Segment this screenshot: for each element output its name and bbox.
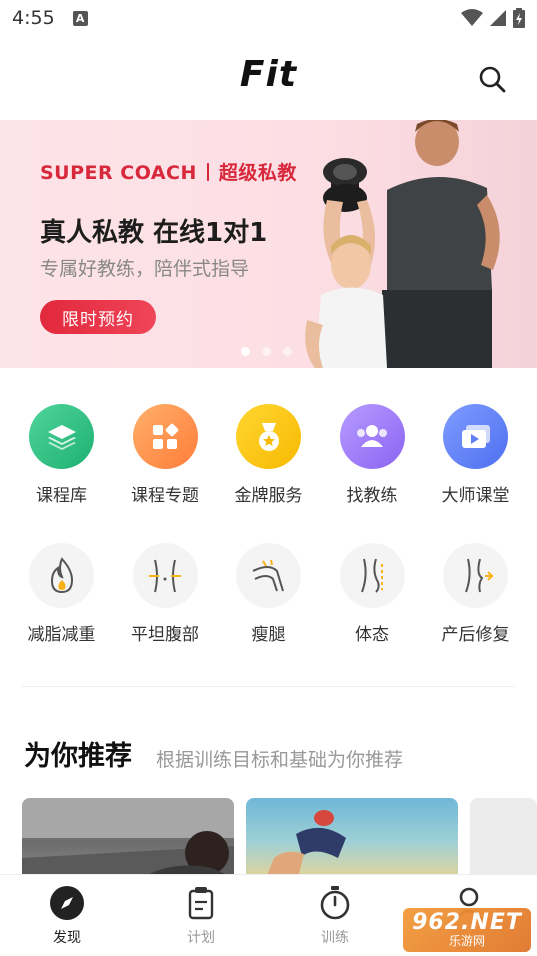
recommend-card[interactable] (470, 798, 537, 878)
grid-icon (153, 423, 179, 449)
goal-flat-abs[interactable]: 平坦腹部 (114, 543, 217, 645)
course-library-circle (29, 404, 94, 469)
leg-icon (252, 559, 284, 591)
nav-label: 计划 (187, 930, 215, 946)
signal-icon (490, 10, 506, 26)
flame-icon (50, 556, 73, 593)
banner-subtitle: 专属好教练，陪伴式指导 (40, 258, 250, 280)
battery-icon (513, 8, 525, 28)
notification-icon: A (72, 10, 88, 26)
nav-discover[interactable]: 发现 (0, 875, 134, 956)
goal-grid: 减脂减重 平坦腹部 瘦腿 体态 产后修复 (10, 543, 527, 645)
compass-icon (50, 886, 84, 920)
recommend-card[interactable] (22, 798, 234, 878)
pagination-dot[interactable] (283, 347, 292, 356)
goal-fat-loss[interactable]: 减脂减重 (10, 543, 113, 645)
gold-service-circle (236, 404, 301, 469)
flat-abs-circle (132, 543, 198, 608)
watermark-line2: 乐游网 (448, 934, 485, 948)
goal-label: 产后修复 (441, 625, 510, 645)
stopwatch-icon (320, 886, 350, 920)
master-class-circle (443, 404, 508, 469)
banner-title: 真人私教 在线1对1 (40, 218, 268, 248)
find-coach-circle (339, 404, 405, 469)
medal-icon (258, 422, 279, 451)
banner-brand-en: SUPER COACH (40, 162, 197, 184)
app-logo: Fit (239, 54, 298, 95)
banner-brand: SUPER COACH 超级私教 (40, 158, 297, 185)
app-header: Fit (0, 36, 537, 120)
status-bar: 4:55 A (0, 0, 537, 36)
wifi-icon (461, 9, 483, 26)
slim-legs-circle (236, 543, 301, 608)
nav-label: 发现 (53, 930, 81, 946)
coach-icon (357, 424, 387, 447)
goal-label: 减脂减重 (27, 625, 96, 645)
status-icons (461, 8, 525, 28)
recommend-card[interactable] (246, 798, 458, 878)
card-thumbnail (266, 810, 346, 878)
goal-label: 体态 (355, 625, 389, 645)
postpartum-icon (464, 558, 493, 592)
course-topics-circle (132, 404, 198, 469)
goal-posture[interactable]: 体态 (321, 543, 424, 645)
goal-postpartum[interactable]: 产后修复 (424, 543, 527, 645)
posture-circle (339, 543, 405, 608)
goal-label: 瘦腿 (251, 625, 286, 645)
postpartum-circle (443, 543, 508, 608)
category-find-coach[interactable]: 找教练 (321, 404, 424, 506)
category-label: 课程专题 (131, 486, 199, 506)
nav-plan[interactable]: 计划 (134, 875, 268, 956)
category-grid: 课程库 课程专题 金牌服务 找教练 大师课堂 (10, 404, 527, 506)
section-divider (22, 686, 515, 687)
clipboard-icon (188, 887, 214, 920)
category-label: 金牌服务 (234, 486, 303, 506)
banner-pagination (241, 347, 292, 356)
site-watermark: 962.NET 乐游网 (403, 908, 531, 952)
category-course-library[interactable]: 课程库 (10, 404, 113, 506)
layers-icon (47, 424, 76, 450)
category-label: 找教练 (346, 486, 398, 506)
brand-separator (206, 163, 209, 181)
recommend-title: 为你推荐 (24, 741, 132, 772)
banner-book-button[interactable]: 限时预约 (40, 300, 156, 334)
pagination-dot[interactable] (241, 347, 250, 356)
recommend-subtitle: 根据训练目标和基础为你推荐 (156, 749, 404, 771)
category-label: 大师课堂 (441, 486, 510, 506)
category-label: 课程库 (36, 486, 87, 506)
abdomen-icon (149, 559, 181, 592)
category-gold-service[interactable]: 金牌服务 (217, 404, 320, 506)
card-thumbnail (22, 798, 234, 878)
posture-icon (361, 558, 383, 593)
category-master-class[interactable]: 大师课堂 (424, 404, 527, 506)
video-icon (461, 424, 490, 448)
nav-training[interactable]: 训练 (268, 875, 402, 956)
banner-coach-image (305, 120, 500, 368)
banner-brand-cn: 超级私教 (218, 162, 297, 184)
status-time: 4:55 (12, 7, 55, 29)
promo-banner[interactable]: SUPER COACH 超级私教 真人私教 在线1对1 专属好教练，陪伴式指导 限… (0, 120, 537, 368)
goal-label: 平坦腹部 (131, 625, 199, 645)
nav-label: 训练 (321, 930, 349, 946)
search-icon[interactable] (477, 64, 507, 94)
watermark-line1: 962.NET (412, 910, 522, 935)
goal-slim-legs[interactable]: 瘦腿 (217, 543, 320, 645)
category-course-topics[interactable]: 课程专题 (114, 404, 217, 506)
fat-loss-circle (29, 543, 94, 608)
pagination-dot[interactable] (262, 347, 271, 356)
